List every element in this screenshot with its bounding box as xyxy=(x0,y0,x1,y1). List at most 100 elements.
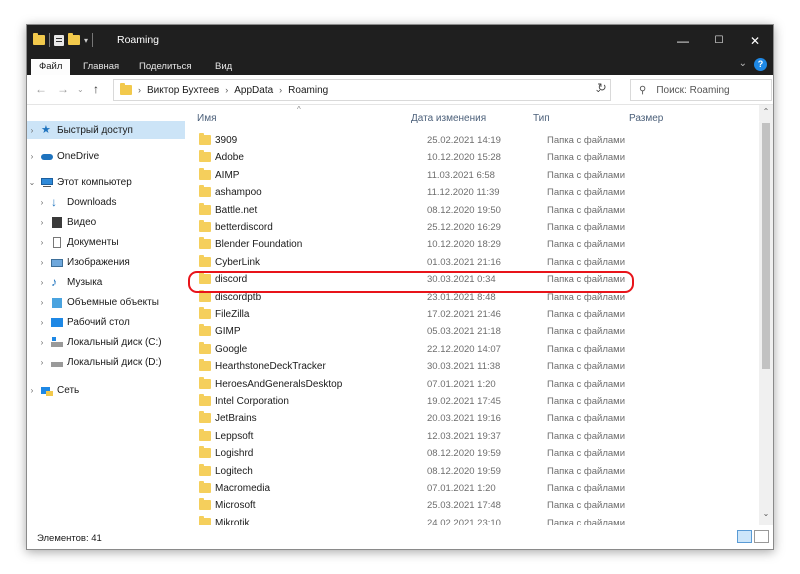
file-date: 20.03.2021 19:16 xyxy=(427,413,501,425)
tab-share[interactable]: Поделиться xyxy=(131,59,199,75)
table-row[interactable]: Mikrotik 24.02.2021 23:10 Папка с файлами xyxy=(197,515,625,525)
title-bar: ▾ Roaming — ☐ ✕ xyxy=(27,25,773,56)
customize-toolbar-icon[interactable]: ▾ xyxy=(84,36,88,45)
folder-icon xyxy=(199,481,211,493)
table-row[interactable]: Intel Corporation 19.02.2021 17:45 Папка с… xyxy=(197,393,625,410)
minimize-button[interactable]: — xyxy=(665,25,701,56)
status-bar: Элементов: 41 xyxy=(27,525,773,549)
file-date: 25.12.2020 16:29 xyxy=(427,222,501,233)
nav-item-pictures[interactable]: › Изображения xyxy=(37,253,130,271)
new-folder-icon[interactable] xyxy=(68,33,80,45)
nav-item-this-pc[interactable]: ⌄ Этот компьютер xyxy=(27,173,132,191)
nav-item-videos[interactable]: › Видео xyxy=(37,213,96,231)
expand-chevron-icon[interactable]: › xyxy=(37,358,47,367)
table-row[interactable]: ashampoo 11.12.2020 11:39 Папка с файлами xyxy=(197,184,625,201)
breadcrumb-separator-icon[interactable]: › xyxy=(225,85,228,95)
table-row[interactable]: Microsoft 25.03.2021 17:48 Папка с файлами xyxy=(197,497,625,514)
expand-chevron-icon[interactable]: › xyxy=(37,278,47,287)
expand-chevron-icon[interactable]: › xyxy=(37,218,47,227)
nav-item-documents[interactable]: › Документы xyxy=(37,233,119,251)
nav-item-label: Документы xyxy=(67,236,119,248)
column-header-name[interactable]: Имя xyxy=(197,113,216,124)
file-type: Папка с файлами xyxy=(547,413,626,425)
file-date: 12.03.2021 19:37 xyxy=(427,430,501,442)
expand-chevron-icon[interactable]: › xyxy=(37,238,47,247)
column-header-date[interactable]: Дата изменения xyxy=(411,113,486,124)
file-date: 22.12.2020 14:07 xyxy=(427,343,501,355)
expand-ribbon-chevron-icon[interactable]: ⌄ xyxy=(739,58,747,69)
folder-icon xyxy=(199,167,211,180)
back-arrow-icon[interactable]: ← xyxy=(35,82,47,96)
expand-chevron-icon[interactable]: › xyxy=(37,198,47,207)
expand-chevron-icon[interactable]: › xyxy=(37,318,47,327)
details-view-icon[interactable] xyxy=(737,530,752,543)
nav-item-label: Рабочий стол xyxy=(67,316,130,328)
file-type: Папка с файлами xyxy=(547,204,626,216)
table-row[interactable]: Adobe 10.12.2020 15:28 Папка с файлами xyxy=(197,149,625,166)
breadcrumb-separator-icon[interactable]: › xyxy=(279,85,282,95)
table-row[interactable]: JetBrains 20.03.2021 19:16 Папка с файлами xyxy=(197,410,625,427)
table-row[interactable]: Blender Foundation 10.12.2020 18:29 Папка … xyxy=(197,236,625,253)
column-header-size[interactable]: Размер xyxy=(629,113,663,124)
table-row[interactable]: FileZilla 17.02.2021 21:46 Папка с файлами xyxy=(197,306,625,323)
breadcrumb-separator-icon[interactable]: › xyxy=(138,85,141,95)
tab-home[interactable]: Главная xyxy=(75,59,127,75)
expand-chevron-icon[interactable]: › xyxy=(27,152,37,161)
table-row[interactable]: Macromedia 07.01.2021 1:20 Папка с файлами xyxy=(197,480,625,497)
help-icon[interactable]: ? xyxy=(754,58,767,71)
column-header-type[interactable]: Тип xyxy=(533,113,550,124)
nav-item-drive-d[interactable]: › Локальный диск (D:) xyxy=(37,353,162,371)
scrollbar-thumb[interactable] xyxy=(762,123,770,369)
table-row[interactable]: CyberLink 01.03.2021 21:16 Папка с файлами xyxy=(197,254,625,271)
file-name: CyberLink xyxy=(215,256,261,268)
file-name: Blender Foundation xyxy=(215,239,303,251)
scroll-up-icon[interactable]: ⌃ xyxy=(759,107,773,116)
close-button[interactable]: ✕ xyxy=(737,25,773,56)
nav-item-music[interactable]: › ♪ Музыка xyxy=(37,273,103,291)
table-row[interactable]: HeroesAndGeneralsDesktop 07.01.2021 1:20 П… xyxy=(197,376,625,393)
forward-arrow-icon[interactable]: → xyxy=(57,82,69,96)
nav-item-drive-c[interactable]: › Локальный диск (C:) xyxy=(37,333,162,351)
vertical-scrollbar[interactable]: ⌃ ⌄ xyxy=(759,105,773,525)
folder-icon xyxy=(199,515,211,525)
table-row[interactable]: HearthstoneDeckTracker 30.03.2021 11:38 Па… xyxy=(197,358,625,375)
tab-view[interactable]: Вид xyxy=(207,59,240,75)
folder-icon xyxy=(120,83,132,95)
address-bar[interactable]: › Виктор Бухтеев › AppData › Roaming ⌄ xyxy=(113,79,611,101)
nav-item-quick-access[interactable]: › ★ Быстрый доступ xyxy=(27,121,185,139)
breadcrumb-roaming[interactable]: Roaming xyxy=(288,85,328,96)
properties-icon[interactable] xyxy=(54,34,64,46)
table-row[interactable]: GIMP 05.03.2021 21:18 Папка с файлами xyxy=(197,323,625,340)
nav-item-network[interactable]: › Сеть xyxy=(27,381,79,399)
expand-chevron-icon[interactable]: › xyxy=(27,386,37,395)
table-row[interactable]: Google 22.12.2020 14:07 Папка с файлами xyxy=(197,341,625,358)
scroll-down-icon[interactable]: ⌄ xyxy=(759,509,773,518)
folder-icon xyxy=(199,411,211,424)
search-box[interactable]: ⚲ Поиск: Roaming xyxy=(630,79,772,101)
nav-item-onedrive[interactable]: › OneDrive xyxy=(27,147,100,165)
nav-item-downloads[interactable]: › ↓ Downloads xyxy=(37,193,117,211)
table-row[interactable]: AIMP 11.03.2021 6:58 Папка с файлами xyxy=(197,167,625,184)
breadcrumb-appdata[interactable]: AppData xyxy=(234,85,273,96)
refresh-icon[interactable]: ↻ xyxy=(593,81,611,94)
expand-chevron-icon[interactable]: › xyxy=(27,126,37,135)
nav-item-3d-objects[interactable]: › Объемные объекты xyxy=(37,293,159,311)
table-row[interactable]: 3909 25.02.2021 14:19 Папка с файлами xyxy=(197,132,625,149)
breadcrumb-user[interactable]: Виктор Бухтеев xyxy=(147,85,219,96)
table-row[interactable]: Leppsoft 12.03.2021 19:37 Папка с файлами xyxy=(197,428,625,445)
up-arrow-icon[interactable]: ↑ xyxy=(93,82,99,96)
collapse-chevron-icon[interactable]: ⌄ xyxy=(27,178,37,187)
table-row[interactable]: betterdiscord 25.12.2020 16:29 Папка с фай… xyxy=(197,219,625,236)
nav-item-desktop[interactable]: › Рабочий стол xyxy=(37,313,130,331)
table-row[interactable]: Logitech 08.12.2020 19:59 Папка с файлами xyxy=(197,463,625,480)
expand-chevron-icon[interactable]: › xyxy=(37,298,47,307)
expand-chevron-icon[interactable]: › xyxy=(37,258,47,267)
table-row[interactable]: Battle.net 08.12.2020 19:50 Папка с файлам… xyxy=(197,202,625,219)
table-row[interactable]: Logishrd 08.12.2020 19:59 Папка с файлами xyxy=(197,445,625,462)
expand-chevron-icon[interactable]: › xyxy=(37,338,47,347)
maximize-button[interactable]: ☐ xyxy=(701,25,737,56)
recent-locations-chevron-icon[interactable]: ⌄ xyxy=(77,85,84,94)
tab-file[interactable]: Файл xyxy=(31,59,71,75)
large-icons-view-icon[interactable] xyxy=(754,530,769,543)
file-date: 05.03.2021 21:18 xyxy=(427,326,501,338)
